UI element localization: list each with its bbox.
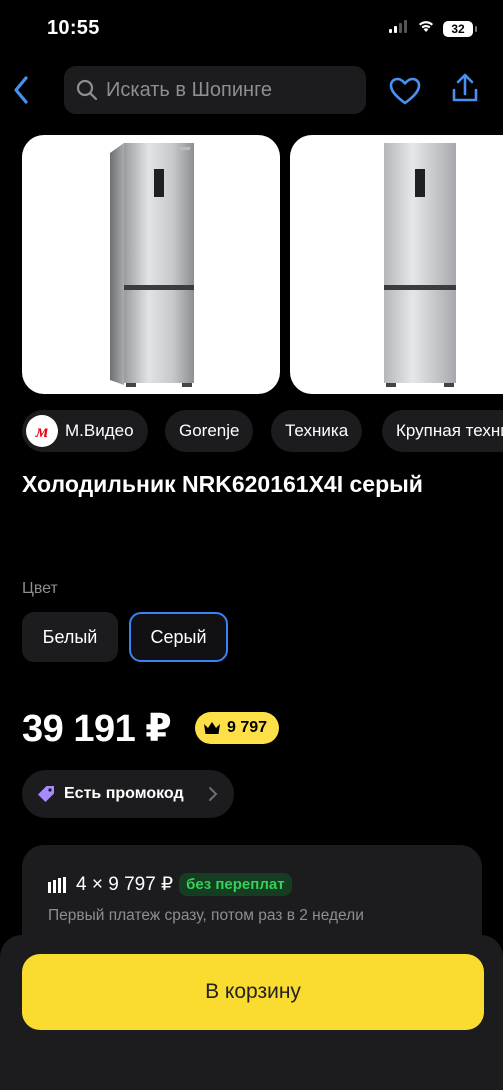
product-title: Холодильник NRK620161X4I серый xyxy=(22,471,423,497)
search-input[interactable] xyxy=(106,78,346,102)
add-to-cart-button[interactable]: В корзину xyxy=(22,954,484,1030)
promo-label: Есть промокод xyxy=(64,785,184,802)
favorite-button[interactable] xyxy=(388,76,422,106)
tag-chips: м М.Видео Gorenje Техника Крупная техник… xyxy=(22,410,503,452)
chevron-right-icon xyxy=(209,787,218,801)
split-amount: 4 × 9 797 ₽ xyxy=(76,874,174,895)
bonus-badge[interactable]: 9 797 xyxy=(195,712,280,744)
mvideo-logo-icon: м xyxy=(26,415,58,447)
signal-icon xyxy=(389,19,409,38)
chip-label: М.Видео xyxy=(65,421,134,440)
back-button[interactable] xyxy=(6,72,36,108)
color-label: Цвет xyxy=(22,580,58,597)
search-box[interactable] xyxy=(64,66,366,114)
chip-label: Крупная техника xyxy=(396,421,503,440)
chip-label: Техника xyxy=(285,421,349,440)
product-photo[interactable] xyxy=(290,135,503,394)
chip-brand[interactable]: Gorenje xyxy=(165,410,254,452)
chip-label: Gorenje xyxy=(179,421,240,440)
tag-icon xyxy=(38,786,54,802)
battery-indicator: 32 xyxy=(443,20,477,37)
chip-store[interactable]: м М.Видео xyxy=(22,410,148,452)
wifi-icon xyxy=(417,19,435,38)
split-row: 4 × 9 797 ₽ без переплат xyxy=(48,873,292,896)
product-photo[interactable] xyxy=(22,135,280,394)
promo-code-button[interactable]: Есть промокод xyxy=(22,770,234,818)
share-icon xyxy=(452,73,478,102)
split-note: Первый платеж сразу, потом раз в 2 недел… xyxy=(48,907,364,924)
heart-icon xyxy=(389,77,421,105)
status-time: 10:55 xyxy=(47,17,100,39)
chip-category[interactable]: Техника xyxy=(271,410,363,452)
top-bar xyxy=(0,66,503,114)
product-gallery[interactable] xyxy=(22,135,503,395)
crown-icon xyxy=(204,722,220,734)
bonus-value: 9 797 xyxy=(227,719,268,736)
search-icon xyxy=(76,79,98,101)
share-button[interactable] xyxy=(448,72,482,106)
bottom-action-bar: В корзину xyxy=(0,935,503,1090)
chip-subcategory[interactable]: Крупная техника xyxy=(382,410,503,452)
color-option-white[interactable]: Белый xyxy=(22,612,118,662)
no-overpay-badge: без переплат xyxy=(179,873,292,896)
status-icons: 32 xyxy=(389,19,477,38)
color-option-grey[interactable]: Серый xyxy=(129,612,228,662)
chevron-left-icon xyxy=(14,76,28,104)
status-bar: 10:55 32 xyxy=(0,0,503,58)
split-icon xyxy=(48,876,66,893)
svg-text:м: м xyxy=(35,421,48,441)
price: 39 191 ₽ xyxy=(22,708,172,750)
